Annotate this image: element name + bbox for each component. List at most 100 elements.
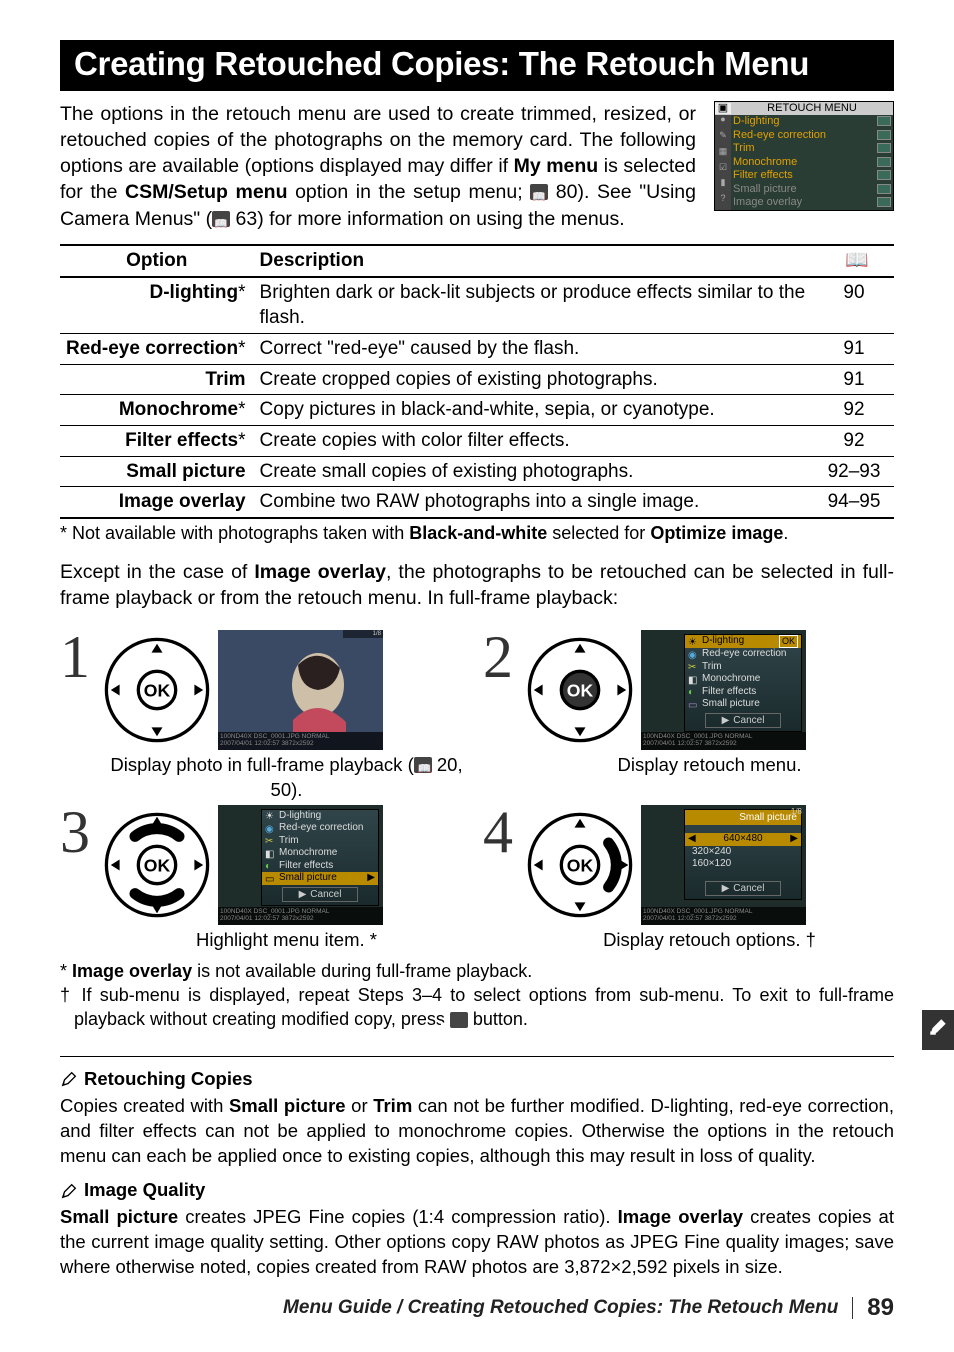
bold: CSM/Setup menu	[125, 181, 288, 203]
table-row: Filter effects*Create copies with color …	[60, 425, 894, 456]
option-name: Filter effects*	[60, 425, 254, 456]
note-icon	[60, 1070, 78, 1088]
option-name: Image overlay	[60, 487, 254, 518]
steps-grid: 1 OK 1/8 100ND40X DSC_0001.JPG NORMAL200…	[60, 630, 894, 953]
page-footer: Menu Guide / Creating Retouched Copies: …	[60, 1292, 894, 1324]
option-page: 92–93	[814, 456, 894, 487]
option-desc: Combine two RAW photographs into a singl…	[254, 487, 814, 518]
option-desc: Create cropped copies of existing photog…	[254, 364, 814, 395]
dpad-right-icon: OK	[525, 810, 635, 920]
option-name: Monochrome*	[60, 395, 254, 426]
option-name: D-lighting*	[60, 277, 254, 334]
option-page: 92	[814, 425, 894, 456]
paragraph: Except in the case of Image overlay, the…	[60, 559, 894, 612]
menu-title: RETOUCH MENU	[731, 103, 893, 115]
page-number: 89	[867, 1292, 894, 1324]
bold: Black-and-white	[409, 523, 547, 543]
section-tab-retouch	[922, 1010, 954, 1050]
intro-paragraph: The options in the retouch menu are used…	[60, 101, 696, 233]
svg-text:OK: OK	[144, 680, 171, 700]
text: * Not available with photographs taken w…	[60, 523, 409, 543]
svg-text:OK: OK	[567, 680, 594, 700]
menu-item: Red-eye correction	[733, 130, 826, 142]
svg-text:OK: OK	[144, 855, 171, 875]
playback-photo-thumbnail: 1/8 100ND40X DSC_0001.JPG NORMAL2007/04/…	[218, 630, 383, 750]
table-row: Small pictureCreate small copies of exis…	[60, 456, 894, 487]
section-body: Small picture creates JPEG Fine copies (…	[60, 1205, 894, 1280]
dpad-icon: OK	[102, 635, 212, 745]
table-row: TrimCreate cropped copies of existing ph…	[60, 364, 894, 395]
section-title: Retouching Copies	[84, 1067, 253, 1092]
col-option-header: Option	[60, 245, 254, 277]
menu-item-list: D-lighting Red-eye correction Trim Monoc…	[731, 115, 893, 210]
step-number: 2	[483, 630, 519, 684]
option-page: 91	[814, 364, 894, 395]
text: 63) for more information on using the me…	[230, 208, 625, 230]
col-page-header: 📖	[814, 245, 894, 277]
page-title: Creating Retouched Copies: The Retouch M…	[60, 40, 894, 91]
step-1: 1 OK 1/8 100ND40X DSC_0001.JPG NORMAL200…	[60, 630, 471, 803]
option-desc: Brighten dark or back-lit subjects or pr…	[254, 277, 814, 334]
thumb-info-bar: 100ND40X DSC_0001.JPG NORMAL2007/04/01 1…	[218, 732, 383, 750]
footer-divider	[852, 1297, 853, 1319]
option-desc: Create copies with color filter effects.	[254, 425, 814, 456]
text: option in the setup menu;	[288, 181, 531, 203]
retouch-icon	[927, 1016, 949, 1045]
step-number: 3	[60, 805, 96, 859]
option-desc: Correct "red-eye" caused by the flash.	[254, 334, 814, 365]
option-desc: Copy pictures in black-and-white, sepia,…	[254, 395, 814, 426]
option-name: Red-eye correction*	[60, 334, 254, 365]
bold: My menu	[514, 155, 599, 177]
text: selected for	[547, 523, 650, 543]
menu-item-icon	[877, 116, 891, 126]
table-row: Red-eye correction*Correct "red-eye" cau…	[60, 334, 894, 365]
menu-left-tabs: ●✎▦☑▮?	[715, 115, 731, 210]
dpad-updown-icon: OK	[102, 810, 212, 920]
menu-item: Trim	[733, 143, 755, 155]
small-picture-popup-thumbnail: Small picture ◀640×480▶ 320×240 160×120 …	[641, 805, 806, 925]
footer-breadcrumb: Menu Guide / Creating Retouched Copies: …	[283, 1295, 838, 1321]
bold: Image overlay	[254, 561, 386, 583]
note-icon	[60, 1182, 78, 1200]
step-4: 4 OK Small picture ◀640×480▶ 320×240 160…	[483, 805, 894, 953]
option-desc: Create small copies of existing photogra…	[254, 456, 814, 487]
option-page: 92	[814, 395, 894, 426]
text: Except in the case of	[60, 561, 254, 583]
step-number: 4	[483, 805, 519, 859]
page-ref-icon	[530, 184, 548, 200]
retouch-popup-thumbnail: ☀D-lightingOK ◉Red-eye correction ✂Trim …	[641, 630, 806, 750]
section-heading-retouching: Retouching Copies	[60, 1067, 894, 1092]
section-heading-image-quality: Image Quality	[60, 1178, 894, 1203]
divider	[60, 1056, 894, 1057]
dpad-ok-icon: OK	[525, 635, 635, 745]
step-caption: Display retouch menu.	[525, 753, 894, 778]
svg-text:OK: OK	[567, 855, 594, 875]
menu-item: D-lighting	[733, 116, 779, 128]
retouch-menu-thumbnail: ▣RETOUCH MENU ●✎▦☑▮? D-lighting Red-eye …	[714, 101, 894, 211]
option-name: Small picture	[60, 456, 254, 487]
option-page: 94–95	[814, 487, 894, 518]
step-caption: Highlight menu item. *	[102, 928, 471, 953]
thumb-counter: 1/8	[343, 630, 383, 638]
table-footnote: * Not available with photographs taken w…	[60, 521, 894, 545]
menu-tab-icon: ▣	[715, 103, 731, 115]
col-desc-header: Description	[254, 245, 814, 277]
bold: Optimize image	[650, 523, 783, 543]
option-name: Trim	[60, 364, 254, 395]
playback-button-icon	[450, 1012, 468, 1028]
menu-item: Image overlay	[733, 197, 802, 209]
page-ref-icon	[212, 211, 230, 227]
intro-block: The options in the retouch menu are used…	[60, 101, 894, 233]
menu-item: Small picture	[733, 184, 797, 196]
step-caption: Display retouch options. †	[525, 928, 894, 953]
table-row: D-lighting*Brighten dark or back-lit sub…	[60, 277, 894, 334]
options-table: Option Description 📖 D-lighting*Brighten…	[60, 244, 894, 519]
popup-title: Small picture	[685, 810, 801, 826]
option-page: 90	[814, 277, 894, 334]
table-row: Image overlayCombine two RAW photographs…	[60, 487, 894, 518]
table-row: Monochrome*Copy pictures in black-and-wh…	[60, 395, 894, 426]
menu-item: Filter effects	[733, 170, 793, 182]
text: .	[783, 523, 788, 543]
section-title: Image Quality	[84, 1178, 205, 1203]
section-body: Copies created with Small picture or Tri…	[60, 1094, 894, 1169]
